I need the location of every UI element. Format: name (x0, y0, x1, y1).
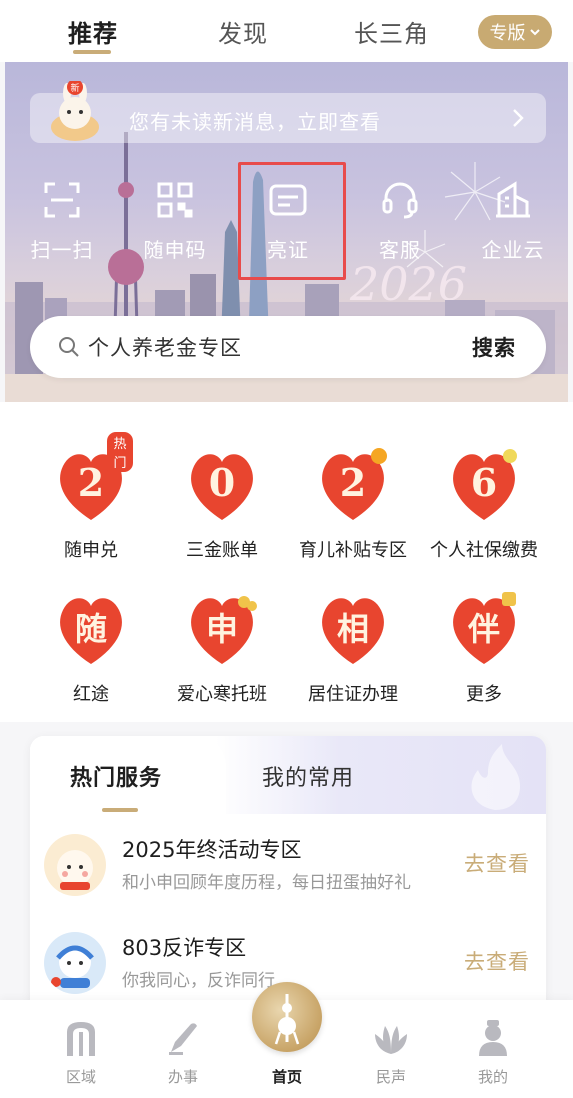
service-childcare-subsidy[interactable]: 2 育儿补贴专区 (283, 442, 423, 562)
service-label: 育儿补贴专区 (299, 540, 407, 561)
service-label: 随申兑 (64, 540, 118, 561)
quick-action-customer-service[interactable]: 客服 (350, 180, 450, 280)
magnolia-icon (375, 1026, 407, 1054)
service-glyph: 0 (209, 460, 235, 505)
quick-action-suishen-code[interactable]: 随申码 (125, 180, 225, 280)
flame-icon (471, 744, 520, 810)
service-more[interactable]: 伴 更多 (414, 586, 554, 706)
nav-label: 民声 (375, 1068, 406, 1086)
profile-icon (479, 1020, 507, 1056)
unread-message-text: 您有未读新消息，立即查看 (129, 110, 381, 134)
service-icon: 申 (180, 586, 264, 670)
service-glyph: 6 (471, 460, 497, 505)
tab-yangtze-delta[interactable]: 长三角 (354, 14, 429, 49)
service-residence-permit[interactable]: 相 居住证办理 (283, 586, 423, 706)
active-tab-indicator (102, 808, 138, 812)
pen-icon (169, 1023, 197, 1055)
service-label: 居住证办理 (308, 684, 398, 705)
search-icon (59, 337, 79, 357)
service-icon: 相 (311, 586, 395, 670)
qr-code-icon (157, 182, 193, 218)
active-tab-indicator (73, 50, 111, 54)
service-grid: 2 热门 随申兑 0 三金账单 2 育儿补贴专区 6 个人社保缴费 随 红途 申… (0, 402, 573, 722)
list-item-subtitle: 和小申回顾年度历程，每日扭蛋抽好礼 (122, 873, 411, 893)
service-glyph: 随 (75, 610, 107, 648)
service-icon: 0 (180, 442, 264, 526)
view-button[interactable]: 去查看 (464, 848, 530, 878)
service-icon: 随 (49, 586, 133, 670)
mascot-icon: 新 (51, 81, 99, 141)
scan-icon (44, 182, 80, 218)
top-tab-bar: 推荐 发现 长三角 专版 (0, 0, 573, 62)
unread-message-banner[interactable]: 新 您有未读新消息，立即查看 (30, 81, 546, 143)
edition-switch-button[interactable]: 专版 (478, 15, 552, 49)
region-icon (67, 1022, 95, 1056)
service-red-route[interactable]: 随 红途 (21, 586, 161, 706)
tab-my-frequent[interactable]: 我的常用 (262, 760, 354, 792)
service-glyph: 申 (206, 610, 238, 648)
edition-label: 专版 (489, 23, 526, 44)
app-screen: 推荐 发现 长三角 专版 2026 新 您有未读新消息，立即查看 扫一扫 随申码… (0, 0, 573, 1098)
anti-fraud-mascot-thumbnail (44, 932, 106, 994)
service-suishen-exchange[interactable]: 2 热门 随申兑 (21, 432, 161, 562)
chevron-right-icon (513, 109, 524, 127)
service-three-funds-bill[interactable]: 0 三金账单 (152, 442, 292, 562)
service-icon: 6 (442, 442, 526, 526)
service-label: 个人社保缴费 (430, 540, 538, 561)
list-item-title: 803反诈专区 (122, 936, 247, 960)
quick-action-scan[interactable]: 扫一扫 (12, 180, 112, 280)
list-item[interactable]: 2025年终活动专区 和小申回顾年度历程，每日扭蛋抽好礼 去查看 (30, 820, 546, 916)
quick-action-label: 随申码 (143, 238, 207, 262)
nav-services[interactable]: 办事 (143, 1018, 223, 1087)
mascot-thumbnail (44, 834, 106, 896)
service-glyph: 2 (340, 460, 366, 505)
search-button[interactable]: 搜索 (472, 332, 516, 362)
nav-label: 首页 (271, 1068, 302, 1086)
service-label: 更多 (466, 684, 502, 705)
card-tab-bar: 热门服务 我的常用 (30, 736, 546, 814)
service-social-insurance[interactable]: 6 个人社保缴费 (414, 442, 554, 562)
highlight-box (238, 162, 346, 280)
search-input[interactable]: 个人养老金专区 (88, 332, 242, 362)
tab-discover[interactable]: 发现 (218, 14, 268, 49)
service-icon: 2 (311, 442, 395, 526)
tab-hot-services[interactable]: 热门服务 (70, 760, 162, 792)
building-icon (496, 181, 530, 218)
service-icon: 伴 (442, 586, 526, 670)
service-glyph: 相 (337, 610, 369, 648)
quick-action-label: 客服 (379, 238, 421, 262)
service-icon: 2 热门 (49, 432, 133, 526)
nav-profile[interactable]: 我的 (453, 1018, 533, 1087)
service-label: 三金账单 (186, 540, 258, 561)
tab-recommend[interactable]: 推荐 (68, 14, 118, 49)
hero-banner: 2026 新 您有未读新消息，立即查看 扫一扫 随申码 亮证 客服 企业云 个人… (5, 62, 568, 402)
service-label: 红途 (73, 684, 109, 705)
nav-label: 区域 (65, 1068, 96, 1086)
nav-label: 我的 (477, 1068, 508, 1086)
chevron-down-icon (529, 29, 540, 36)
quick-action-label: 企业云 (481, 238, 545, 262)
oriental-pearl-icon (274, 994, 300, 1045)
nav-label: 办事 (167, 1068, 198, 1086)
nav-region[interactable]: 区域 (41, 1018, 121, 1087)
service-label: 爱心寒托班 (177, 684, 267, 705)
headset-icon (382, 182, 418, 219)
service-winter-care-class[interactable]: 申 爱心寒托班 (152, 586, 292, 706)
service-glyph: 伴 (467, 610, 500, 648)
home-center-button[interactable] (252, 982, 322, 1052)
search-bar[interactable]: 个人养老金专区 搜索 (30, 316, 546, 378)
new-badge: 新 (70, 82, 79, 94)
service-glyph: 2 (78, 460, 104, 505)
hot-badge: 热门 (107, 432, 133, 472)
nav-public-voice[interactable]: 民声 (351, 1018, 431, 1087)
quick-action-label: 扫一扫 (30, 238, 94, 262)
quick-action-enterprise-cloud[interactable]: 企业云 (463, 180, 563, 280)
view-button[interactable]: 去查看 (464, 946, 530, 976)
list-item-title: 2025年终活动专区 (122, 838, 302, 862)
